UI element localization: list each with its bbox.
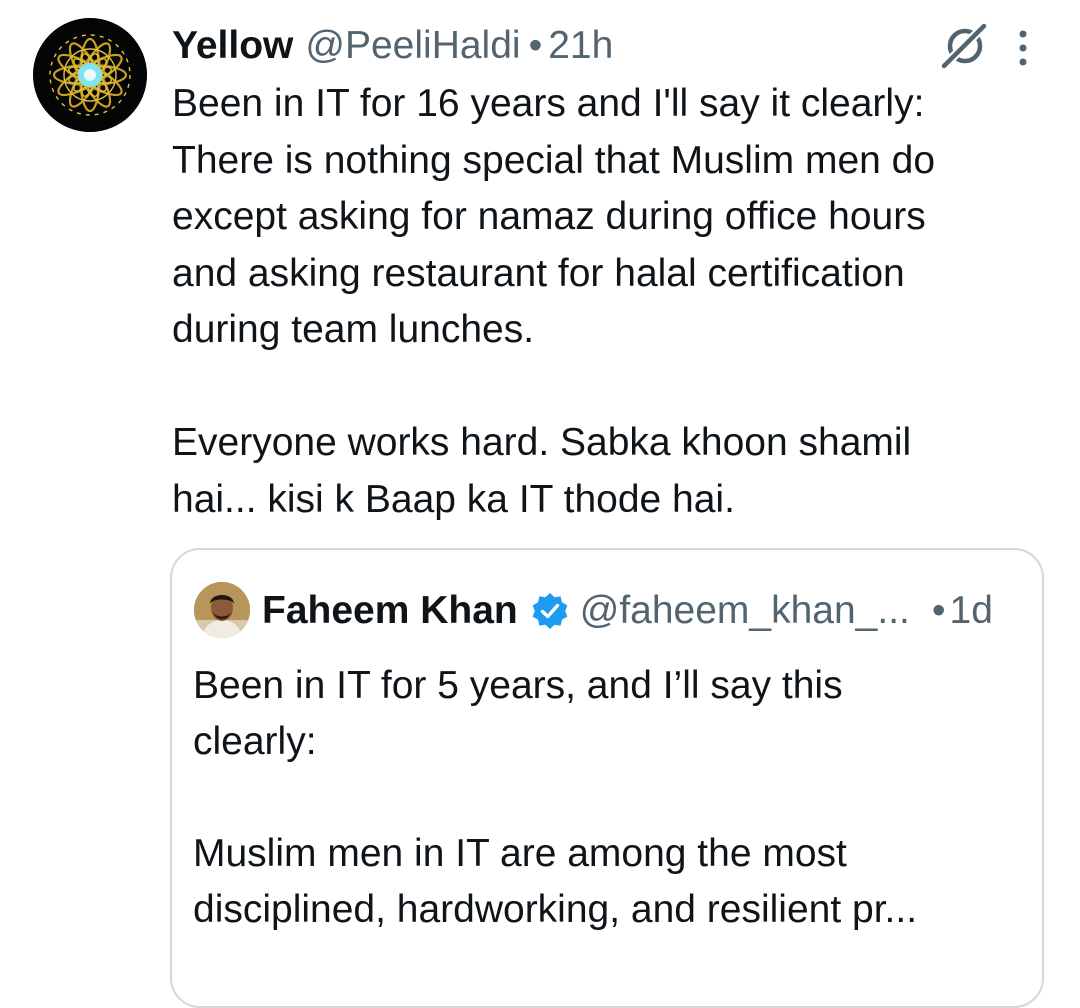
tweet-line: There is nothing special that Muslim men… [172, 138, 936, 182]
quote-line: Been in IT for 5 years, and I’ll say thi… [193, 664, 843, 707]
profile-photo-avatar-icon [194, 582, 250, 638]
tweet-line: and asking restaurant for halal certific… [172, 251, 905, 295]
quote-header: Faheem Khan @faheem_khan_... • 1d [262, 586, 993, 636]
quote-text: Been in IT for 5 years, and I’ll say thi… [193, 658, 1013, 938]
tweet-line: Been in IT for 16 years and I'll say it … [172, 82, 925, 125]
separator-dot: • [528, 24, 543, 67]
quote-line: clearly: [193, 720, 317, 763]
display-name[interactable]: Yellow [172, 24, 293, 68]
more-vertical-icon[interactable] [1010, 26, 1036, 70]
verified-badge-icon [532, 593, 568, 629]
grok-icon[interactable] [938, 20, 990, 72]
quote-line: Muslim men in IT are among the most [193, 832, 847, 875]
tweet-text: Been in IT for 16 years and I'll say it … [172, 76, 1052, 528]
quote-handle[interactable]: @faheem_khan_... [580, 589, 910, 633]
quote-line: disciplined, hardworking, and resilient … [193, 888, 918, 931]
separator-dot: • [931, 589, 946, 632]
avatar[interactable] [33, 18, 147, 132]
tweet-line: during team lunches. [172, 308, 535, 351]
quote-timestamp[interactable]: 1d [950, 589, 993, 633]
tweet-line: Everyone works hard. Sabka khoon shamil [172, 421, 912, 464]
user-handle[interactable]: @PeeliHaldi [305, 24, 520, 68]
quote-avatar[interactable] [194, 582, 250, 638]
quote-display-name[interactable]: Faheem Khan [262, 589, 518, 633]
tweet-header: Yellow @PeeliHaldi • 21h [172, 22, 613, 70]
tweet-line: hai... kisi k Baap ka IT thode hai. [172, 477, 735, 521]
tweet-line: except asking for namaz during office ho… [172, 195, 926, 238]
mandala-avatar-icon [33, 18, 147, 132]
timestamp[interactable]: 21h [548, 24, 613, 68]
